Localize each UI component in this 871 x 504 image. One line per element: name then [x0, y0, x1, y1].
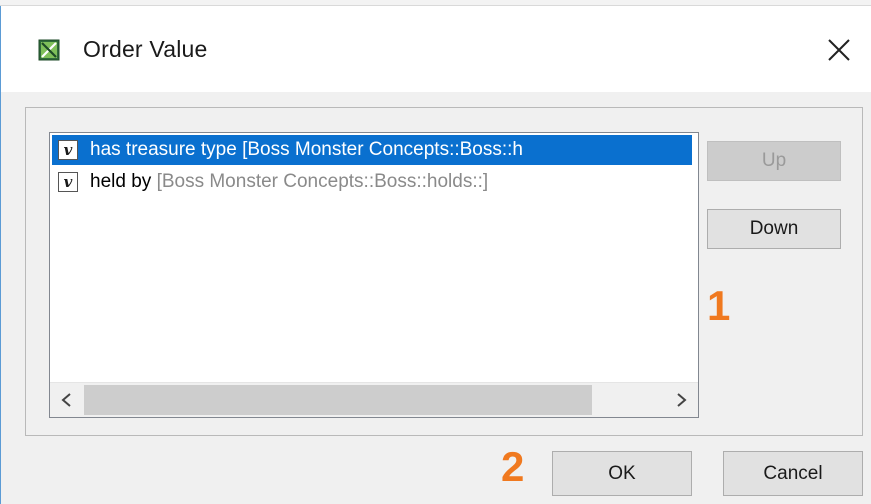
list-item-qualifier: [Boss Monster Concepts::Boss::h	[242, 139, 523, 160]
list-item-qualifier: [Boss Monster Concepts::Boss::holds::]	[156, 171, 489, 192]
cancel-button[interactable]: Cancel	[723, 451, 863, 496]
order-panel: v has treasure type [Boss Monster Concep…	[25, 107, 863, 436]
list-item-has-treasure-type[interactable]: v has treasure type [Boss Monster Concep…	[52, 135, 692, 165]
horizontal-scrollbar[interactable]	[50, 382, 698, 417]
dialog-titlebar: Order Value	[1, 6, 871, 92]
scrollbar-thumb[interactable]	[84, 385, 592, 415]
down-button[interactable]: Down	[707, 209, 841, 249]
dialog-title: Order Value	[83, 36, 208, 62]
value-property-icon: v	[58, 140, 78, 160]
scroll-right-icon[interactable]	[664, 383, 698, 417]
value-property-icon: v	[58, 172, 78, 192]
ok-button[interactable]: OK	[552, 451, 692, 496]
list-item-name: has treasure type	[90, 139, 237, 160]
close-icon[interactable]	[819, 30, 859, 70]
annotation-marker-2: 2	[501, 443, 525, 490]
up-button[interactable]: Up	[707, 141, 841, 181]
list-item-held-by[interactable]: v held by [Boss Monster Concepts::Boss::…	[52, 167, 692, 197]
order-value-dialog: Order Value v has treasure type [Boss Mo…	[0, 6, 871, 504]
annotation-marker-1: 1	[707, 282, 731, 329]
list-item-name: held by	[90, 171, 152, 192]
order-value-icon	[38, 39, 60, 61]
scroll-left-icon[interactable]	[50, 383, 84, 417]
value-order-list[interactable]: v has treasure type [Boss Monster Concep…	[49, 132, 699, 418]
